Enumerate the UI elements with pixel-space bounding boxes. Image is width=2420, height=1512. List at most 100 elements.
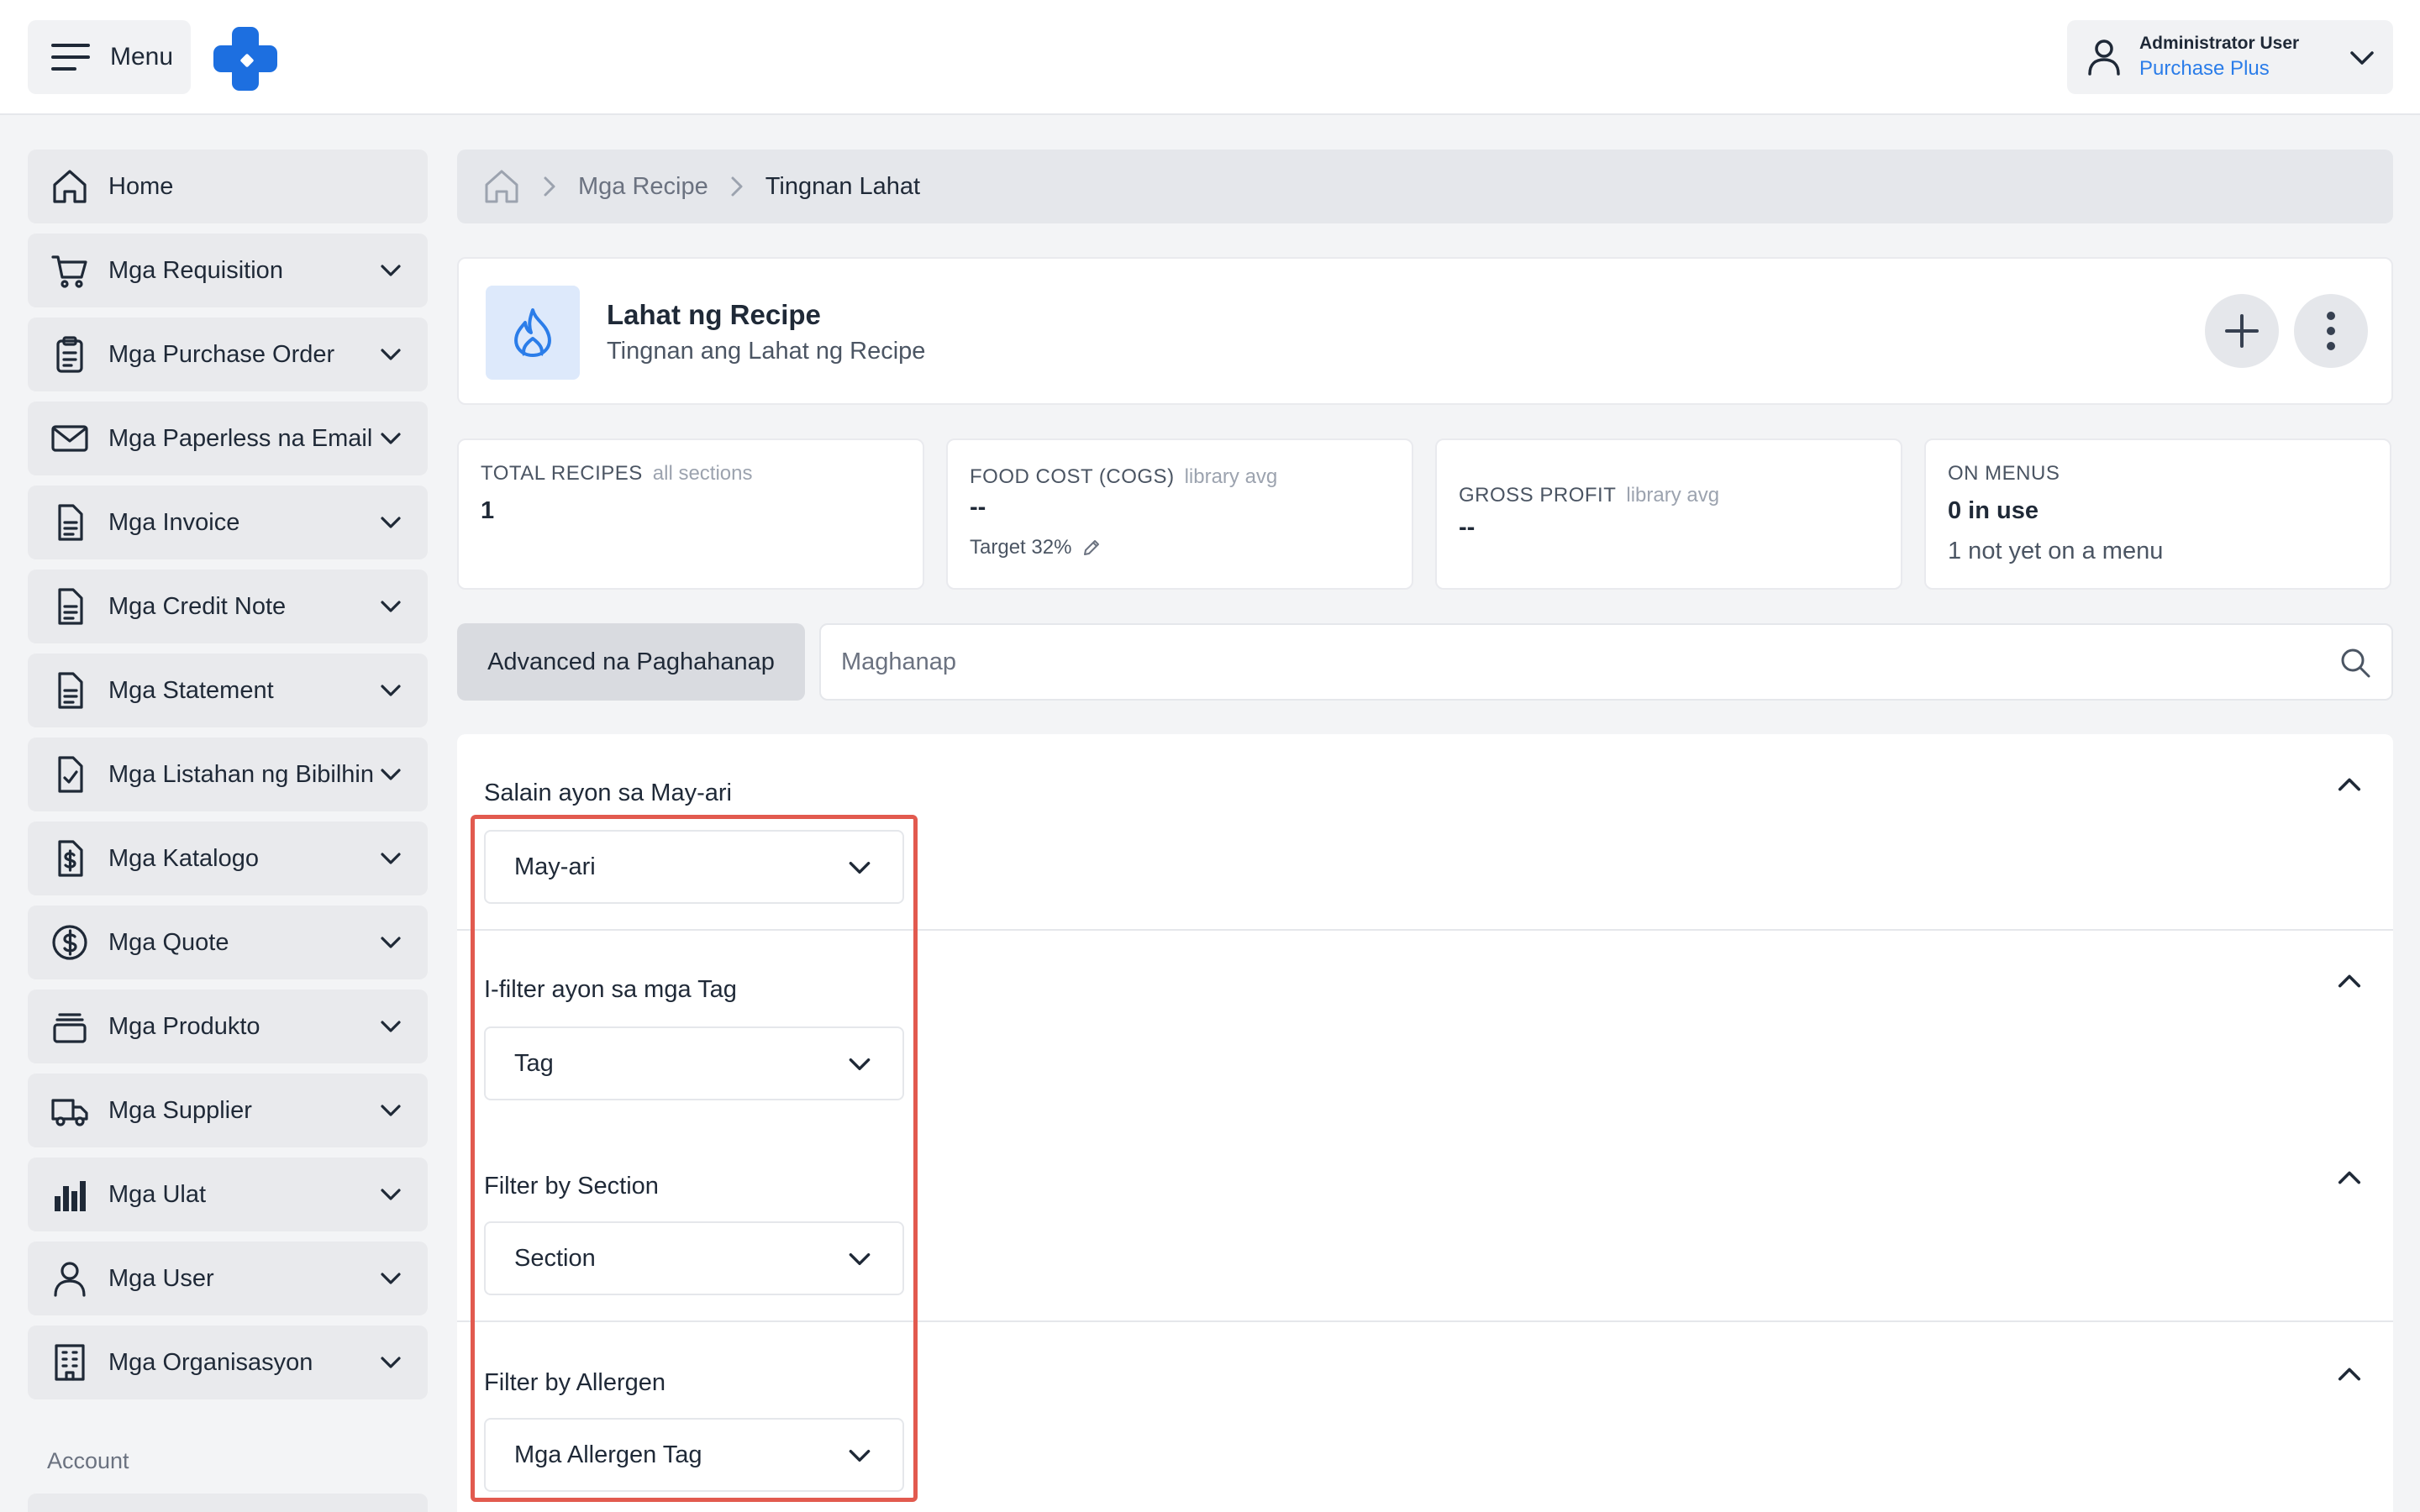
chevron-down-icon <box>381 853 401 864</box>
chevron-down-icon <box>2350 51 2374 65</box>
more-vertical-icon <box>2327 312 2335 350</box>
stat-total-recipes: TOTAL RECIPES all sections 1 <box>457 438 924 590</box>
stat-qualifier: all sections <box>652 462 753 485</box>
stat-note: 1 not yet on a menu <box>1948 538 2164 564</box>
breadcrumb-current: Tingnan Lahat <box>765 172 921 200</box>
stat-value: -- <box>1459 514 1476 541</box>
menu-button[interactable]: Menu <box>28 20 191 94</box>
user-name: Administrator User <box>2139 34 2300 53</box>
search-icon[interactable] <box>2338 645 2373 680</box>
add-recipe-button[interactable] <box>2205 294 2279 368</box>
user-icon <box>2088 39 2120 76</box>
chevron-down-icon <box>381 1273 401 1284</box>
sidebar-item-mga-statement[interactable]: Mga Statement <box>28 654 428 727</box>
stat-value: 1 <box>481 497 495 524</box>
sidebar-item-label: Home <box>108 173 174 200</box>
products-icon <box>53 1013 87 1043</box>
sidebar-item-label: Mga Statement <box>108 677 274 704</box>
sidebar-item-label: Mga Supplier <box>108 1097 252 1124</box>
stat-value: 0 in use <box>1948 497 2039 524</box>
sidebar-item-label: Mga Quote <box>108 929 229 956</box>
stat-label: TOTAL RECIPES <box>481 462 643 485</box>
collapse-section-toggle[interactable] <box>2334 769 2365 800</box>
recipe-badge <box>486 286 580 380</box>
sidebar-item-label: Mga Listahan ng Bibilhin <box>108 761 374 788</box>
sidebar-item-label: Mga User <box>108 1265 214 1292</box>
chevron-down-icon <box>381 685 401 696</box>
sidebar-item-home[interactable]: Home <box>28 150 428 223</box>
truck-icon <box>51 1099 88 1126</box>
stat-value: -- <box>970 494 986 521</box>
account-section-label: Account <box>47 1448 129 1473</box>
dollar-document-icon <box>58 840 83 877</box>
sidebar-item-mga-produkto[interactable]: Mga Produkto <box>28 990 428 1063</box>
brand-logo-icon[interactable] <box>213 27 277 91</box>
flame-icon <box>514 308 551 357</box>
sidebar-item-mga-organisasyon[interactable]: Mga Organisasyon <box>28 1326 428 1399</box>
home-icon[interactable] <box>482 167 521 206</box>
stat-label: GROSS PROFIT <box>1459 484 1617 507</box>
menu-label: Menu <box>110 43 174 71</box>
sidebar-item-mga-ulat[interactable]: Mga Ulat <box>28 1158 428 1231</box>
stat-qualifier: library avg <box>1184 465 1278 488</box>
highlight-box <box>471 815 918 1502</box>
sidebar-item-mga-listahan-ng-bibilhin[interactable]: Mga Listahan ng Bibilhin <box>28 738 428 811</box>
search-input[interactable]: Maghanap <box>819 623 2393 701</box>
chevron-right-icon <box>544 176 555 197</box>
hamburger-icon <box>51 44 90 71</box>
page-header-card: Lahat ng Recipe Tingnan ang Lahat ng Rec… <box>457 257 2393 405</box>
stat-qualifier: library avg <box>1626 484 1720 507</box>
document-icon <box>58 504 83 541</box>
checklist-icon <box>58 756 83 793</box>
sidebar-item-label: Mga Produkto <box>108 1013 260 1040</box>
sidebar-item-mga-user[interactable]: Mga User <box>28 1242 428 1315</box>
sidebar-item-mga-credit-note[interactable]: Mga Credit Note <box>28 570 428 643</box>
building-icon <box>55 1344 85 1381</box>
pencil-icon[interactable] <box>1081 538 1102 558</box>
chevron-down-icon <box>381 937 401 948</box>
sidebar-item-mga-supplier[interactable]: Mga Supplier <box>28 1074 428 1147</box>
user-icon <box>54 1262 86 1297</box>
home-icon <box>53 170 87 203</box>
chevron-down-icon <box>381 433 401 444</box>
clipboard-icon <box>56 336 83 373</box>
sidebar-item-mga-invoice[interactable]: Mga Invoice <box>28 486 428 559</box>
chevron-down-icon <box>381 265 401 276</box>
advanced-search-button[interactable]: Advanced na Paghahanap <box>457 623 805 701</box>
sidebar-item-mga-quote[interactable]: Mga Quote <box>28 906 428 979</box>
chevron-down-icon <box>381 349 401 360</box>
chevron-down-icon <box>381 1105 401 1116</box>
sidebar-item-label: Mga Credit Note <box>108 593 287 620</box>
document-icon <box>58 672 83 709</box>
sidebar-item-mga-katalogo[interactable]: Mga Katalogo <box>28 822 428 895</box>
sidebar-item-mga-requisition[interactable]: Mga Requisition <box>28 234 428 307</box>
cart-icon <box>51 255 87 288</box>
sidebar-item-label: Mga Organisasyon <box>108 1349 313 1376</box>
breadcrumb: Mga Recipe Tingnan Lahat <box>457 150 2393 223</box>
envelope-icon <box>51 425 88 452</box>
collapse-section-toggle[interactable] <box>2334 1359 2365 1389</box>
user-menu[interactable]: Administrator User Purchase Plus <box>2067 20 2393 94</box>
sidebar-item-mga-purchase-order[interactable]: Mga Purchase Order <box>28 318 428 391</box>
document-icon <box>58 588 83 625</box>
sidebar-item-label: Mga Ulat <box>108 1181 207 1208</box>
chevron-down-icon <box>381 1021 401 1032</box>
breadcrumb-recipes[interactable]: Mga Recipe <box>578 173 708 201</box>
sidebar-item-mga-paperless-na-email[interactable]: Mga Paperless na Email <box>28 402 428 475</box>
organization-name: Purchase Plus <box>2139 57 2270 80</box>
sidebar-item-label: Mga Invoice <box>108 509 240 536</box>
plus-icon <box>2225 314 2259 348</box>
chevron-up-icon <box>2338 778 2361 791</box>
chevron-down-icon <box>381 517 401 528</box>
sidebar-item-label: Mga Paperless na Email <box>108 425 373 452</box>
collapse-section-toggle[interactable] <box>2334 966 2365 996</box>
chevron-down-icon <box>381 1189 401 1200</box>
collapse-section-toggle[interactable] <box>2334 1163 2365 1193</box>
stat-label: ON MENUS <box>1948 462 2060 485</box>
food-cost-target: Target 32% <box>970 536 1072 559</box>
chevron-up-icon <box>2338 1171 2361 1184</box>
filter-section-title: Salain ayon sa May-ari <box>484 780 732 806</box>
more-options-button[interactable] <box>2294 294 2368 368</box>
search-placeholder: Maghanap <box>841 648 957 675</box>
sidebar-item-account[interactable] <box>28 1494 428 1512</box>
